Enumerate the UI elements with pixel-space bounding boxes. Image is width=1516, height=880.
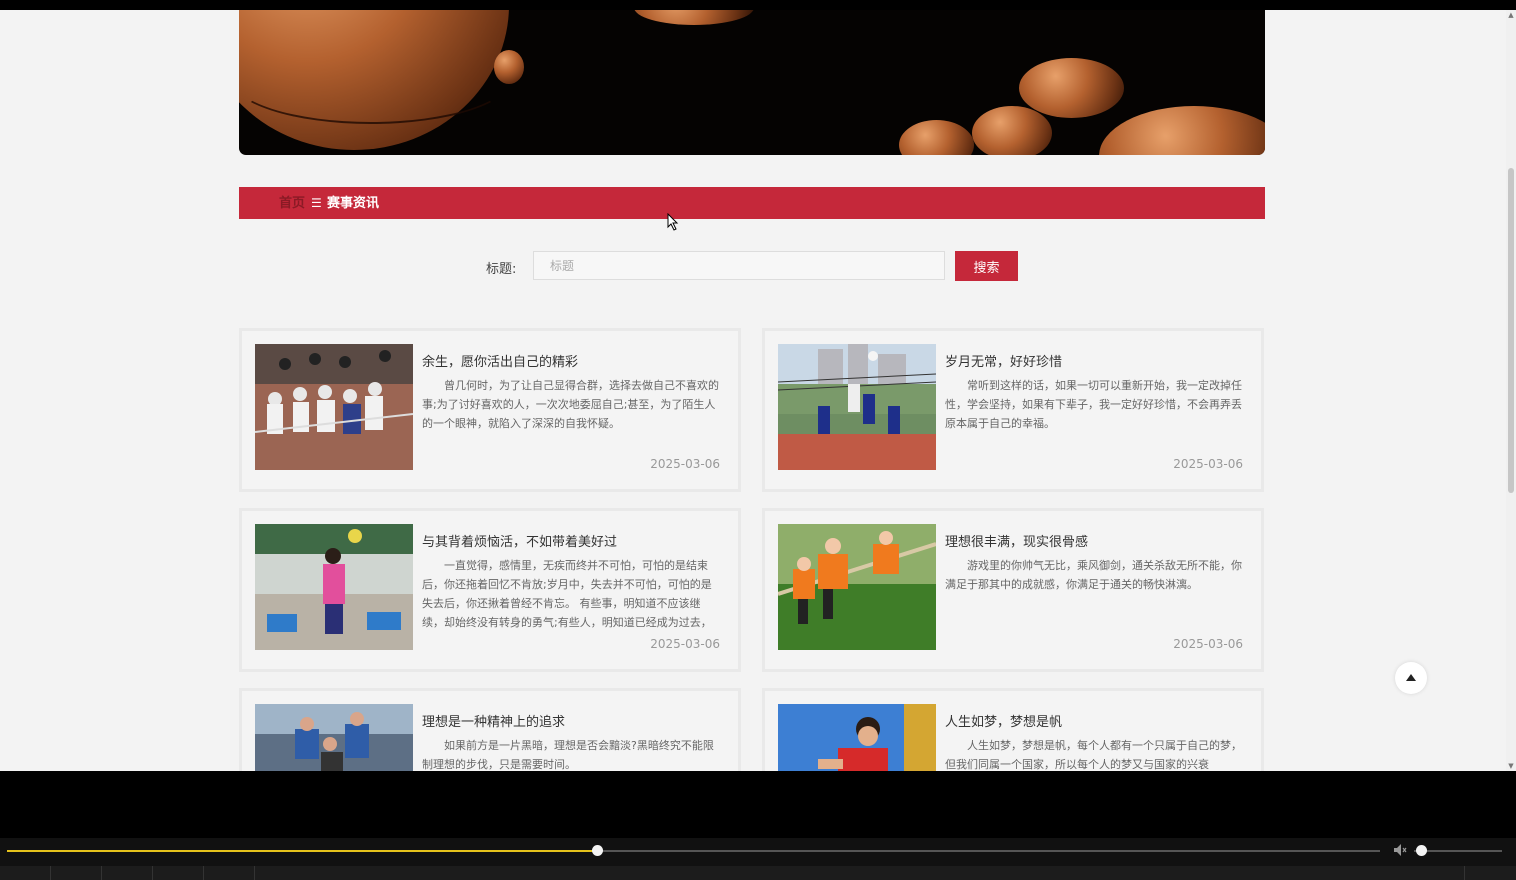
search-label: 标题: (486, 262, 517, 277)
ball-image (634, 10, 754, 25)
news-card[interactable]: 理想很丰满，现实很骨感 游戏里的你帅气无比，乘风御剑，通关杀敌无所不能，你满足于… (762, 508, 1264, 672)
taskbar-item[interactable] (204, 866, 255, 880)
ball-image (899, 120, 974, 155)
ball-image (972, 106, 1052, 155)
news-date: 2025-03-06 (1173, 457, 1243, 471)
volume-slider[interactable] (1414, 845, 1502, 856)
news-card[interactable]: 岁月无常，好好珍惜 常听到这样的话，如果一切可以重新开始，我一定改掉任性，学会坚… (762, 328, 1264, 492)
news-title[interactable]: 与其背着烦恼活，不如带着美好过 (422, 531, 617, 550)
scroll-thumb[interactable] (1508, 168, 1514, 493)
news-card[interactable]: 余生，愿你活出自己的精彩 曾几何时，为了让自己显得合群，选择去做自己不喜欢的事;… (239, 328, 741, 492)
breadcrumb: 首页 ☰ 赛事资讯 (239, 187, 1265, 219)
news-thumbnail[interactable] (778, 524, 936, 650)
news-date: 2025-03-06 (1173, 637, 1243, 651)
news-card[interactable]: 理想是一种精神上的追求 如果前方是一片黑暗，理想是否会黯淡?黑暗终究不能限制理想… (239, 688, 741, 771)
news-title[interactable]: 理想是一种精神上的追求 (422, 711, 565, 730)
news-thumbnail[interactable] (255, 704, 413, 771)
news-title[interactable]: 岁月无常，好好珍惜 (945, 351, 1062, 370)
taskbar (0, 866, 1516, 880)
news-date: 2025-03-06 (650, 457, 720, 471)
news-summary: 一直觉得，感情里，无疾而终并不可怕，可怕的是结束后，你还拖着回忆不肯放;岁月中，… (422, 559, 712, 629)
news-summary: 如果前方是一片黑暗，理想是否会黯淡?黑暗终究不能限制理想的步伐，只是需要时间。 (422, 739, 714, 771)
taskbar-item[interactable] (153, 866, 204, 880)
taskbar-item[interactable] (51, 866, 102, 880)
search-button[interactable]: 搜索 (955, 251, 1018, 281)
volume-icon[interactable] (1393, 843, 1409, 857)
news-thumbnail[interactable] (255, 344, 413, 470)
arrow-up-icon (1406, 674, 1416, 681)
search-input[interactable] (533, 251, 945, 280)
ball-image (1019, 58, 1124, 118)
news-date: 2025-03-06 (650, 637, 720, 651)
page-scrollbar[interactable]: ▲ ▼ (1506, 10, 1516, 771)
playback-progress-fill (7, 850, 597, 852)
scroll-down-icon[interactable]: ▼ (1507, 762, 1515, 770)
news-thumbnail[interactable] (778, 704, 936, 771)
hero-banner (239, 10, 1265, 155)
news-summary: 常听到这样的话，如果一切可以重新开始，我一定改掉任性，学会坚持，如果有下辈子，我… (945, 379, 1242, 430)
taskbar-item[interactable] (1464, 866, 1516, 880)
scroll-up-icon[interactable]: ▲ (1507, 11, 1515, 19)
playback-progress-bar[interactable] (7, 845, 1380, 856)
news-title[interactable]: 人生如梦，梦想是帆 (945, 711, 1062, 730)
news-summary: 曾几何时，为了让自己显得合群，选择去做自己不喜欢的事;为了讨好喜欢的人，一次次地… (422, 379, 719, 430)
news-card[interactable]: 与其背着烦恼活，不如带着美好过 一直觉得，感情里，无疾而终并不可怕，可怕的是结束… (239, 508, 741, 672)
news-title[interactable]: 理想很丰满，现实很骨感 (945, 531, 1088, 550)
breadcrumb-separator-icon: ☰ (311, 196, 322, 210)
page-viewport: 首页 ☰ 赛事资讯 标题: 搜索 余生，愿你活出自己的精彩 曾几何时，为了让自己… (0, 10, 1506, 771)
taskbar-item[interactable] (102, 866, 153, 880)
playback-progress-handle[interactable] (592, 845, 603, 856)
mouse-cursor-icon (667, 213, 679, 231)
news-summary: 游戏里的你帅气无比，乘风御剑，通关杀敌无所不能，你满足于那其中的成就感，你满足于… (945, 559, 1242, 591)
news-title[interactable]: 余生，愿你活出自己的精彩 (422, 351, 578, 370)
news-thumbnail[interactable] (778, 344, 936, 470)
news-summary: 人生如梦，梦想是帆，每个人都有一个只属于自己的梦，但我们同属一个国家，所以每个人… (945, 739, 1242, 771)
back-to-top-button[interactable] (1395, 662, 1427, 694)
news-card[interactable]: 人生如梦，梦想是帆 人生如梦，梦想是帆，每个人都有一个只属于自己的梦，但我们同属… (762, 688, 1264, 771)
ball-image (1099, 106, 1265, 155)
news-thumbnail[interactable] (255, 524, 413, 650)
ball-image (494, 50, 524, 84)
taskbar-item[interactable] (0, 866, 51, 880)
breadcrumb-home-link[interactable]: 首页 (279, 187, 305, 219)
volume-slider-handle[interactable] (1416, 845, 1427, 856)
breadcrumb-current: 赛事资讯 (327, 195, 380, 210)
